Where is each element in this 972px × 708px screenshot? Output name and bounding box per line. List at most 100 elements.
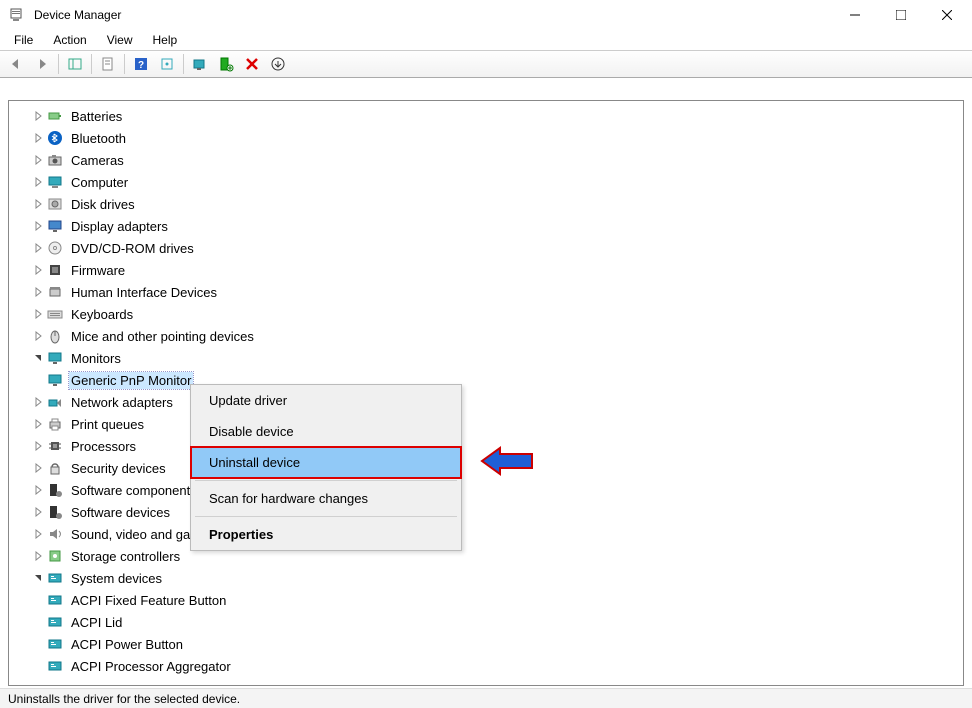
tree-node[interactable]: ACPI Lid <box>11 611 961 633</box>
tree-node-label: Firmware <box>69 262 127 279</box>
tree-node-label: Human Interface Devices <box>69 284 219 301</box>
expander-closed-icon[interactable] <box>31 153 45 167</box>
action-button[interactable] <box>155 52 179 76</box>
expander-closed-icon[interactable] <box>31 175 45 189</box>
tree-node[interactable]: Monitors <box>11 347 961 369</box>
expander-closed-icon[interactable] <box>31 395 45 409</box>
menu-action[interactable]: Action <box>45 31 94 49</box>
expander-closed-icon[interactable] <box>31 549 45 563</box>
tree-node[interactable]: Keyboards <box>11 303 961 325</box>
annotation-arrow <box>480 446 536 481</box>
tree-node[interactable]: Software components <box>11 479 961 501</box>
toolbar-separator <box>91 54 92 74</box>
expander-closed-icon[interactable] <box>31 483 45 497</box>
tree-node[interactable]: Software devices <box>11 501 961 523</box>
expander-closed-icon[interactable] <box>31 461 45 475</box>
tree-node[interactable]: Batteries <box>11 105 961 127</box>
tree-node[interactable]: Storage controllers <box>11 545 961 567</box>
expander-closed-icon[interactable] <box>31 241 45 255</box>
system-icon <box>47 592 63 608</box>
window-title: Device Manager <box>34 8 832 22</box>
scan-hardware-button[interactable] <box>188 52 212 76</box>
context-menu-item[interactable]: Scan for hardware changes <box>191 483 461 514</box>
tree-node[interactable]: System devices <box>11 567 961 589</box>
monitor-icon <box>47 372 63 388</box>
keyboard-icon <box>47 306 63 322</box>
tree-node[interactable]: Disk drives <box>11 193 961 215</box>
tree-node[interactable]: Mice and other pointing devices <box>11 325 961 347</box>
tree-node[interactable]: Human Interface Devices <box>11 281 961 303</box>
tree-node[interactable]: Print queues <box>11 413 961 435</box>
add-legacy-hardware-button[interactable] <box>214 52 238 76</box>
minimize-button[interactable] <box>832 0 878 30</box>
tree-node[interactable]: Computer <box>11 171 961 193</box>
tree-node-label: Processors <box>69 438 138 455</box>
tree-node-label: DVD/CD-ROM drives <box>69 240 196 257</box>
expander-open-icon[interactable] <box>31 351 45 365</box>
show-hide-console-button[interactable] <box>63 52 87 76</box>
expander-open-icon[interactable] <box>31 571 45 585</box>
tree-node-label: Keyboards <box>69 306 135 323</box>
menu-help[interactable]: Help <box>145 31 186 49</box>
context-menu-item[interactable]: Uninstall device <box>191 447 461 478</box>
update-driver-button[interactable] <box>266 52 290 76</box>
tree-node-label: Computer <box>69 174 130 191</box>
menu-view[interactable]: View <box>99 31 141 49</box>
tree-node-label: Print queues <box>69 416 146 433</box>
help-button[interactable]: ? <box>129 52 153 76</box>
expander-closed-icon[interactable] <box>31 219 45 233</box>
expander-closed-icon[interactable] <box>31 307 45 321</box>
properties-button[interactable] <box>96 52 120 76</box>
expander-closed-icon[interactable] <box>31 131 45 145</box>
expander-closed-icon[interactable] <box>31 329 45 343</box>
tree-node[interactable]: Bluetooth <box>11 127 961 149</box>
tree-node[interactable]: Network adapters <box>11 391 961 413</box>
expander-closed-icon[interactable] <box>31 439 45 453</box>
expander-closed-icon[interactable] <box>31 505 45 519</box>
close-button[interactable] <box>924 0 970 30</box>
tree-node[interactable]: DVD/CD-ROM drives <box>11 237 961 259</box>
tree-node-label: Display adapters <box>69 218 170 235</box>
tree-node[interactable]: ACPI Power Button <box>11 633 961 655</box>
forward-button[interactable] <box>30 52 54 76</box>
tree-node[interactable]: Generic PnP Monitor <box>11 369 961 391</box>
tree-node-label: Cameras <box>69 152 126 169</box>
hid-icon <box>47 284 63 300</box>
context-menu-item[interactable]: Update driver <box>191 385 461 416</box>
monitor-icon <box>47 350 63 366</box>
back-button[interactable] <box>4 52 28 76</box>
titlebar: Device Manager <box>0 0 972 30</box>
content-area: BatteriesBluetooth Cameras Computer Disk dr… <box>8 100 964 686</box>
tree-node[interactable]: Cameras <box>11 149 961 171</box>
context-menu-separator <box>195 516 457 517</box>
tree-node[interactable]: ACPI Processor Aggregator <box>11 655 961 677</box>
expander-closed-icon[interactable] <box>31 417 45 431</box>
context-menu-item[interactable]: Properties <box>191 519 461 550</box>
uninstall-button[interactable] <box>240 52 264 76</box>
battery-icon <box>47 108 63 124</box>
tree-node[interactable]: ACPI Fixed Feature Button <box>11 589 961 611</box>
maximize-button[interactable] <box>878 0 924 30</box>
print-icon <box>47 416 63 432</box>
tree-node[interactable]: Firmware <box>11 259 961 281</box>
context-menu-separator <box>195 480 457 481</box>
context-menu: Update driverDisable deviceUninstall dev… <box>190 384 462 551</box>
expander-closed-icon[interactable] <box>31 285 45 299</box>
toolbar-separator <box>124 54 125 74</box>
tree-node-label: ACPI Lid <box>69 614 124 631</box>
app-icon <box>8 7 24 23</box>
tree-node-label: Storage controllers <box>69 548 182 565</box>
context-menu-item[interactable]: Disable device <box>191 416 461 447</box>
expander-closed-icon[interactable] <box>31 527 45 541</box>
tree-node[interactable]: Sound, video and game controllers <box>11 523 961 545</box>
tree-node[interactable]: Display adapters <box>11 215 961 237</box>
tree-node-label: ACPI Processor Aggregator <box>69 658 233 675</box>
device-tree[interactable]: BatteriesBluetooth Cameras Computer Disk dr… <box>9 101 963 685</box>
tree-node-label: System devices <box>69 570 164 587</box>
expander-closed-icon[interactable] <box>31 263 45 277</box>
expander-closed-icon[interactable] <box>31 109 45 123</box>
chip-icon <box>47 262 63 278</box>
expander-closed-icon[interactable] <box>31 197 45 211</box>
menu-file[interactable]: File <box>6 31 41 49</box>
sw-icon <box>47 504 63 520</box>
